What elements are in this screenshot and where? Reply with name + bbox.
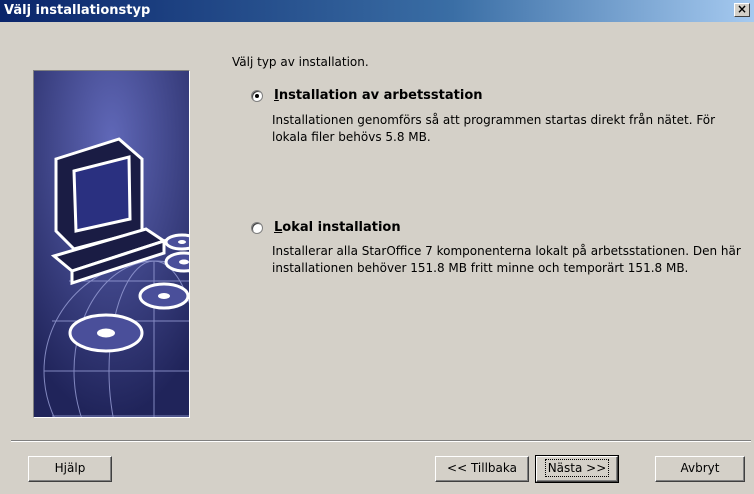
option-workstation-description: Installationen genomförs så att programm… xyxy=(272,113,716,144)
radio-local-installation[interactable] xyxy=(251,222,263,234)
prompt-text: Välj typ av installation. xyxy=(232,55,369,69)
computer-disc-globe-icon xyxy=(34,71,189,417)
option-label-text: nstallation av arbetsstation xyxy=(278,88,483,103)
option-local-description: Installerar alla StarOffice 7 komponente… xyxy=(272,244,741,275)
option-label-text: okal installation xyxy=(282,220,401,235)
help-button[interactable]: Hjälp xyxy=(28,456,112,482)
separator xyxy=(11,440,751,442)
back-button[interactable]: << Tillbaka xyxy=(435,456,529,482)
window-title: Välj installationstyp xyxy=(4,3,151,18)
next-button[interactable]: Nästa >> xyxy=(535,455,619,483)
installation-illustration xyxy=(33,70,190,418)
title-bar: Välj installationstyp × xyxy=(0,0,754,22)
next-button-label: Nästa >> xyxy=(544,459,610,477)
option-local-label[interactable]: Lokal installation xyxy=(274,220,401,235)
cancel-button[interactable]: Avbryt xyxy=(655,456,745,482)
close-button[interactable]: × xyxy=(734,3,750,17)
option-workstation-label[interactable]: Installation av arbetsstation xyxy=(274,88,483,103)
radio-workstation-installation[interactable] xyxy=(251,90,263,102)
